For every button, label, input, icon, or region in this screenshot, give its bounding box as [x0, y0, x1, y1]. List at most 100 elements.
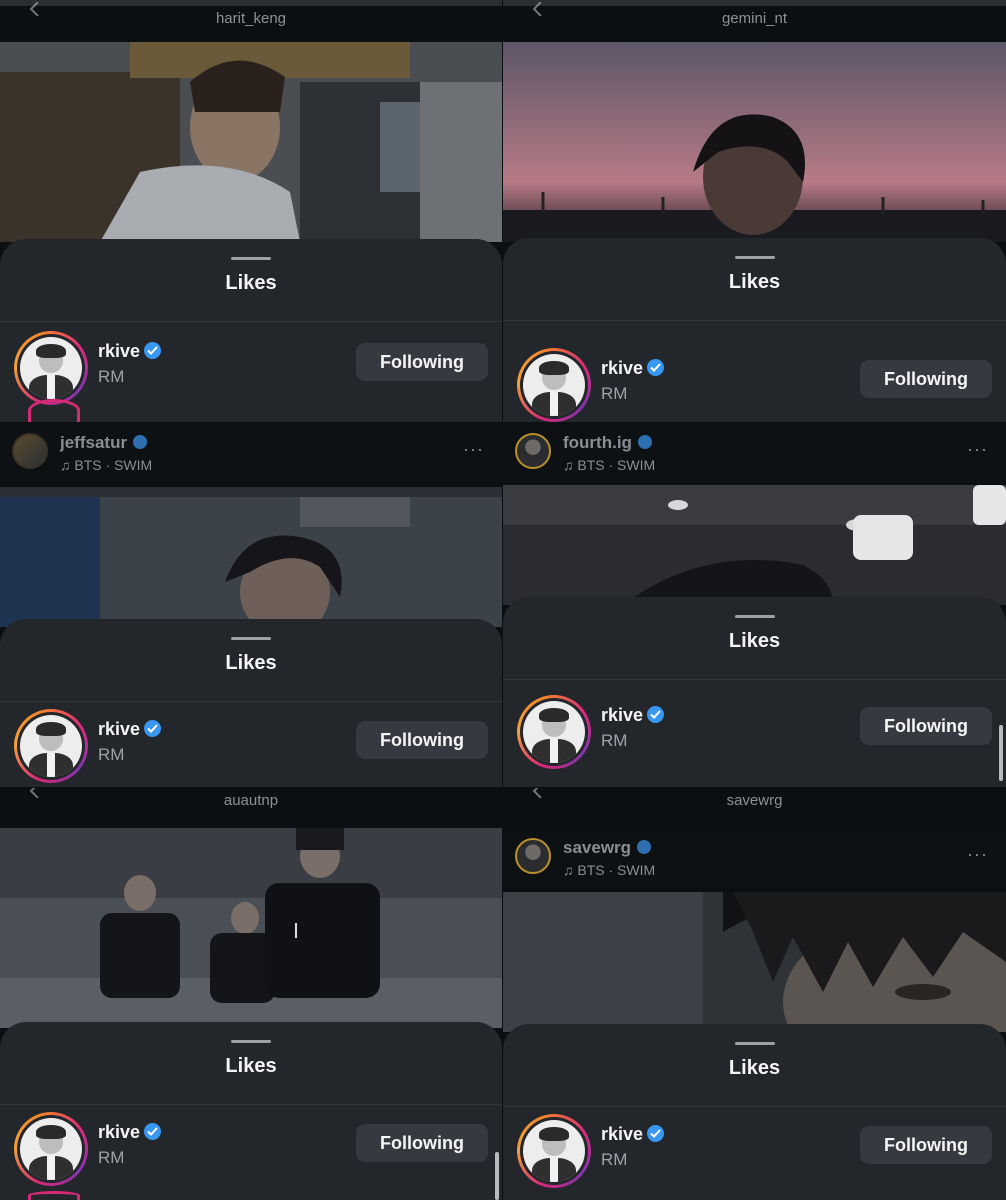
sheet-title: Likes [225, 652, 277, 674]
avatar[interactable] [14, 709, 88, 783]
avatar[interactable] [517, 1114, 591, 1188]
profile-username: savewrg [726, 792, 783, 809]
post-photo [0, 487, 502, 627]
avatar[interactable] [517, 348, 591, 422]
likes-sheet: Likes rkive RM Following [503, 238, 1006, 422]
likes-sheet: Likes rkive RM Following [503, 597, 1006, 787]
panel-3: jeffsatur ♫ BTS · SWIM ··· Likes rkive R… [0, 423, 502, 787]
full-name: RM [601, 1150, 628, 1169]
following-button[interactable]: Following [860, 360, 992, 398]
verified-badge-icon [133, 434, 148, 449]
post-header: fourth.ig ♫ BTS · SWIM ··· [503, 423, 1006, 483]
likes-sheet: Likes rkive RM Following [0, 1022, 502, 1200]
more-options-icon[interactable]: ··· [463, 439, 484, 460]
music-note-icon: ♫ [60, 457, 75, 473]
post-photo [0, 42, 502, 242]
next-avatar-peek [28, 1191, 80, 1200]
sheet-title: Likes [225, 1055, 277, 1077]
drag-handle[interactable] [231, 1040, 271, 1043]
divider [0, 321, 502, 322]
sheet-title: Likes [728, 630, 781, 652]
avatar[interactable] [14, 1112, 88, 1186]
post-photo [503, 892, 1006, 1032]
divider [0, 1104, 502, 1105]
divider [503, 1106, 1006, 1107]
user-row[interactable]: rkive RM Following [0, 709, 502, 787]
post-header: jeffsatur ♫ BTS · SWIM ··· [0, 423, 502, 483]
more-options-icon[interactable]: ··· [967, 844, 988, 865]
sheet-title: Likes [728, 271, 781, 293]
music-note-icon: ♫ [563, 862, 578, 878]
post-photo [0, 828, 502, 1028]
panel-2: gemini_nt Likes rkive RM Following [503, 0, 1006, 422]
likes-sheet: Likes rkive RM Following [0, 239, 502, 422]
user-row[interactable]: rkive RM Following [0, 1112, 502, 1200]
full-name: RM [98, 1148, 125, 1167]
verified-badge-icon [637, 839, 652, 854]
post-avatar[interactable] [12, 433, 48, 469]
scrollbar[interactable] [495, 1152, 499, 1200]
avatar[interactable] [14, 331, 88, 405]
likes-sheet: Likes rkive RM Following [0, 619, 502, 787]
user-row[interactable]: rkive RM Following [503, 695, 1006, 785]
drag-handle[interactable] [231, 257, 271, 260]
username[interactable]: rkive [98, 1122, 162, 1143]
scrollbar[interactable] [999, 725, 1003, 781]
verified-badge-icon [144, 719, 162, 737]
post-avatar[interactable] [515, 838, 551, 874]
post-username[interactable]: savewrg [563, 838, 652, 858]
full-name: RM [98, 367, 125, 386]
music-info[interactable]: ♫ BTS · SWIM [60, 457, 152, 473]
music-info[interactable]: ♫ BTS · SWIM [563, 862, 655, 878]
sheet-title: Likes [225, 272, 277, 294]
music-info[interactable]: ♫ BTS · SWIM [563, 457, 655, 473]
post-username[interactable]: fourth.ig [563, 433, 652, 453]
verified-badge-icon [647, 1124, 665, 1142]
user-row[interactable]: rkive RM Following [503, 348, 1006, 422]
next-avatar-peek [28, 399, 80, 422]
sheet-title: Likes [728, 1057, 781, 1079]
full-name: RM [601, 384, 628, 403]
post-header: savewrg ♫ BTS · SWIM ··· [503, 828, 1006, 888]
full-name: RM [601, 731, 628, 750]
verified-badge-icon [647, 705, 665, 723]
top-bar: auautnp [0, 788, 502, 830]
profile-username: harit_keng [215, 10, 287, 27]
following-button[interactable]: Following [356, 721, 488, 759]
post-photo [503, 42, 1006, 242]
following-button[interactable]: Following [356, 343, 488, 381]
top-bar: gemini_nt [503, 0, 1006, 42]
more-options-icon[interactable]: ··· [967, 439, 988, 460]
username[interactable]: rkive [601, 1124, 665, 1145]
username[interactable]: rkive [601, 705, 665, 726]
drag-handle[interactable] [734, 256, 775, 259]
top-bar: savewrg [503, 788, 1006, 828]
panel-6: savewrg savewrg ♫ BTS · SWIM ··· Likes r… [503, 788, 1006, 1200]
panel-5: auautnp Likes rkive RM Following [0, 788, 502, 1200]
music-note-icon: ♫ [563, 457, 578, 473]
user-row[interactable]: rkive RM Following [503, 1114, 1006, 1200]
divider [503, 679, 1006, 680]
profile-username: auautnp [223, 792, 279, 809]
likes-sheet: Likes rkive RM Following [503, 1024, 1006, 1200]
drag-handle[interactable] [734, 615, 775, 618]
screenshot-collage: harit_keng Likes rkive RM Following gemi… [0, 0, 1006, 1200]
following-button[interactable]: Following [860, 1126, 992, 1164]
divider [503, 320, 1006, 321]
verified-badge-icon [144, 341, 162, 359]
panel-4: fourth.ig ♫ BTS · SWIM ··· Likes rkive R… [503, 423, 1006, 787]
post-avatar[interactable] [515, 433, 551, 469]
following-button[interactable]: Following [860, 707, 992, 745]
username[interactable]: rkive [601, 358, 665, 379]
username[interactable]: rkive [98, 719, 162, 740]
username[interactable]: rkive [98, 341, 162, 362]
drag-handle[interactable] [231, 637, 271, 640]
avatar[interactable] [517, 695, 591, 769]
full-name: RM [98, 745, 125, 764]
drag-handle[interactable] [734, 1042, 775, 1045]
panel-1: harit_keng Likes rkive RM Following [0, 0, 502, 422]
post-username[interactable]: jeffsatur [60, 433, 148, 453]
verified-badge-icon [144, 1122, 162, 1140]
following-button[interactable]: Following [356, 1124, 488, 1162]
verified-badge-icon [647, 358, 665, 376]
